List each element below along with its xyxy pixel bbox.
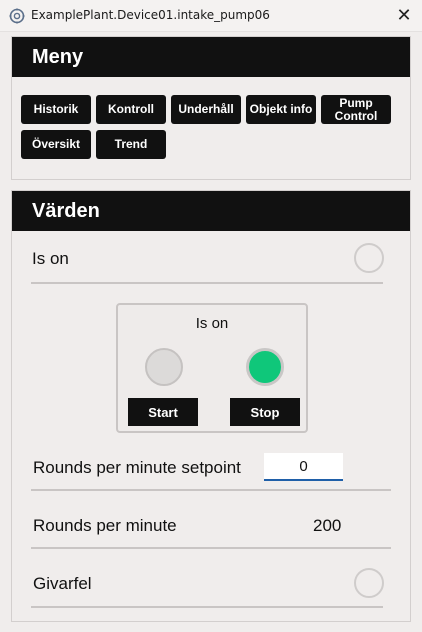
setpoint-label: Rounds per minute setpoint xyxy=(33,458,241,477)
kontroll-button[interactable]: Kontroll xyxy=(96,95,166,124)
oversikt-button[interactable]: Översikt xyxy=(21,130,91,159)
givarfel-indicator xyxy=(354,568,384,598)
row-divider xyxy=(31,489,391,491)
givarfel-label: Givarfel xyxy=(33,574,92,593)
menu-panel: Meny Historik Kontroll Underhåll Objekt … xyxy=(11,36,411,180)
gear-icon xyxy=(9,8,25,24)
stop-lamp xyxy=(246,348,284,386)
start-lamp xyxy=(145,348,183,386)
underhall-button[interactable]: Underhåll xyxy=(171,95,241,124)
setpoint-input[interactable] xyxy=(264,453,343,481)
trend-button[interactable]: Trend xyxy=(96,130,166,159)
values-header: Värden xyxy=(12,191,410,231)
is-on-label: Is on xyxy=(32,249,69,268)
is-on-faceplate: Is on Start Stop xyxy=(116,303,308,433)
window-titlebar: ExamplePlant.Device01.intake_pump06 ✕ xyxy=(0,0,422,32)
faceplate-title: Is on xyxy=(195,315,229,332)
historik-button[interactable]: Historik xyxy=(21,95,91,124)
stop-button[interactable]: Stop xyxy=(230,398,300,426)
row-divider xyxy=(31,282,383,284)
is-on-indicator xyxy=(354,243,384,273)
menu-header: Meny xyxy=(12,37,410,77)
objekt-info-button[interactable]: Objekt info xyxy=(246,95,316,124)
close-icon[interactable]: ✕ xyxy=(394,5,414,25)
row-divider xyxy=(31,606,383,608)
rpm-value: 200 xyxy=(313,516,342,535)
pump-control-button[interactable]: Pump Control xyxy=(321,95,391,124)
rpm-label: Rounds per minute xyxy=(33,516,177,535)
values-panel: Värden Is on Is on Start Stop Rounds per… xyxy=(11,190,411,622)
window-title: ExamplePlant.Device01.intake_pump06 xyxy=(31,8,270,22)
row-divider xyxy=(31,547,391,549)
start-button[interactable]: Start xyxy=(128,398,198,426)
